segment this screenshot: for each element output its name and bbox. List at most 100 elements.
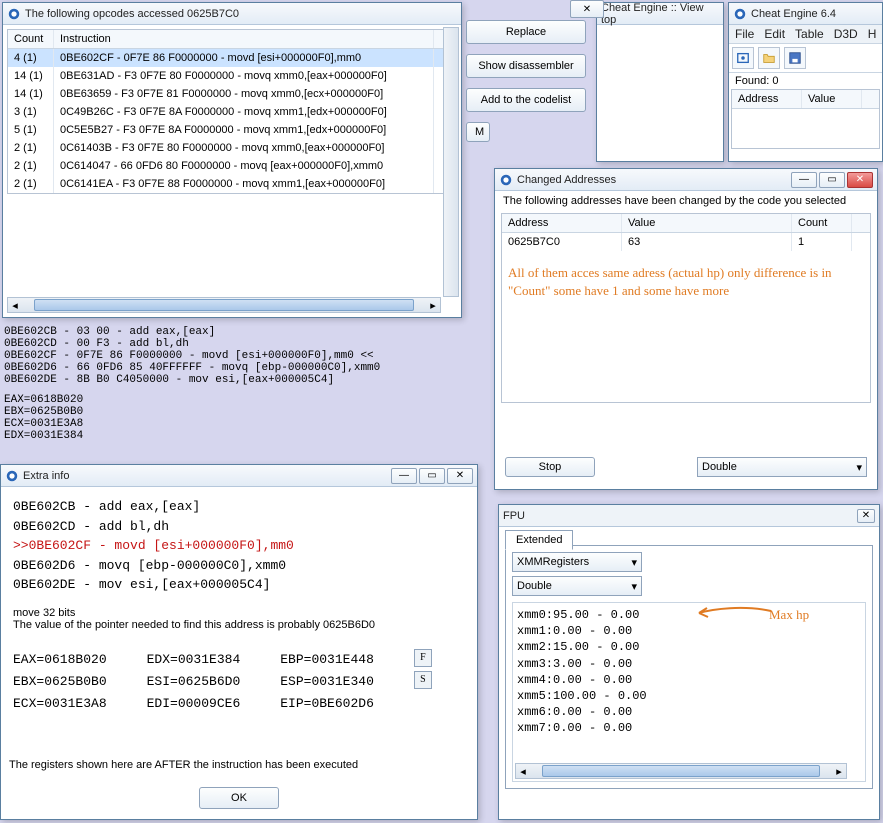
changed-col-addr[interactable]: Address [502, 214, 622, 232]
folder-icon[interactable] [758, 47, 780, 69]
opcodes-row[interactable]: 3 (1)0C49B26C - F3 0F7E 8A F0000000 - mo… [8, 103, 456, 121]
maximize-button[interactable]: ▭ [419, 468, 445, 484]
reg-cell: EIP=0BE602D6 [280, 693, 374, 715]
reg-line: EAX=0618B020 [4, 394, 460, 406]
opcodes-row[interactable]: 4 (1)0BE602CF - 0F7E 86 F0000000 - movd … [8, 49, 456, 67]
opcodes-row[interactable]: 14 (1)0BE63659 - F3 0F7E 81 F0000000 - m… [8, 85, 456, 103]
row-count: 14 (1) [8, 67, 54, 85]
show-disassembler-button[interactable]: Show disassembler [466, 54, 586, 78]
reg-cell: EBX=0625B0B0 [13, 671, 107, 693]
scroll-thumb[interactable] [34, 299, 414, 311]
ce-iconbar [729, 44, 882, 73]
changed-header: Address Value Count [502, 214, 870, 233]
opcodes-row[interactable]: 2 (1)0C6141EA - F3 0F7E 88 F0000000 - mo… [8, 175, 456, 193]
ce-col-value[interactable]: Value [802, 90, 862, 108]
more-button[interactable]: M [466, 122, 490, 142]
close-button[interactable]: ✕ [857, 509, 875, 523]
opcodes-table[interactable]: Count Instruction 4 (1)0BE602CF - 0F7E 8… [7, 29, 457, 194]
cell-addr: 0625B7C0 [502, 233, 622, 251]
fpu-reg-line: xmm4:0.00 - 0.00 [517, 672, 861, 688]
changed-col-count[interactable]: Count [792, 214, 852, 232]
s-button[interactable]: S [414, 671, 432, 689]
fpu-fmt-select[interactable]: Double ▾ [512, 576, 642, 596]
extra-code-line: >>0BE602CF - movd [esi+000000F0],mm0 [13, 536, 465, 556]
maximize-button[interactable]: ▭ [819, 172, 845, 188]
save-icon[interactable] [784, 47, 806, 69]
changed-col-val[interactable]: Value [622, 214, 792, 232]
extra-titlebar: Extra info — ▭ ✕ [1, 465, 477, 487]
scroll-right-icon[interactable]: ▸ [426, 299, 440, 312]
fpu-hscroll[interactable]: ◂ ▸ [515, 763, 847, 779]
fpu-panel: FPU ✕ Extended XMMRegisters ▾ Double ▾ x… [498, 504, 880, 820]
scroll-left-icon[interactable]: ◂ [516, 765, 530, 778]
opcodes-row[interactable]: 5 (1)0C5E5B27 - F3 0F7E 8A F0000000 - mo… [8, 121, 456, 139]
row-instr: 0BE631AD - F3 0F7E 80 F0000000 - movq xm… [54, 67, 434, 85]
fpu-reg-line: xmm7:0.00 - 0.00 [517, 720, 861, 736]
changed-title: Changed Addresses [517, 174, 791, 186]
changed-row[interactable]: 0625B7C0631 [502, 233, 870, 251]
minimize-button[interactable]: — [391, 468, 417, 484]
extra-regs: EAX=0618B020EBX=0625B0B0ECX=0031E3A8EDX=… [13, 649, 374, 715]
fpu-regset-select[interactable]: XMMRegisters ▾ [512, 552, 642, 572]
menu-h[interactable]: H [868, 27, 877, 41]
reg-cell: EDX=0031E384 [147, 649, 241, 671]
opcodes-row[interactable]: 2 (1)0C614047 - 66 0FD6 80 F0000000 - mo… [8, 157, 456, 175]
menu-edit[interactable]: Edit [764, 27, 785, 41]
row-count: 14 (1) [8, 85, 54, 103]
replace-button[interactable]: Replace [466, 20, 586, 44]
opcodes-hscroll[interactable]: ◂ ▸ [7, 297, 441, 313]
ce-menubar: File Edit Table D3D H [729, 25, 882, 44]
ce-icon [499, 173, 513, 187]
scroll-right-icon[interactable]: ▸ [832, 765, 846, 778]
open-process-icon[interactable] [732, 47, 754, 69]
fpu-titlebar: FPU ✕ [499, 505, 879, 527]
opcodes-row[interactable]: 14 (1)0BE631AD - F3 0F7E 80 F0000000 - m… [8, 67, 456, 85]
extra-code-line: 0BE602DE - mov esi,[eax+000005C4] [13, 575, 465, 595]
ce-titlebar: Cheat Engine 6.4 [729, 3, 882, 25]
opcodes-col-count[interactable]: Count [8, 30, 54, 48]
row-count: 4 (1) [8, 49, 54, 67]
disasm-lines: 0BE602CB - 03 00 - add eax,[eax]0BE602CD… [4, 326, 460, 386]
viewtop-title: Cheat Engine :: View top [601, 2, 719, 26]
row-instr: 0BE602CF - 0F7E 86 F0000000 - movd [esi+… [54, 49, 434, 67]
row-instr: 0C61403B - F3 0F7E 80 F0000000 - movq xm… [54, 139, 434, 157]
reg-cell: EAX=0618B020 [13, 649, 107, 671]
f-button[interactable]: F [414, 649, 432, 667]
changed-footer: Stop Double ▾ [505, 457, 867, 477]
changed-rows: 0625B7C0631 [502, 233, 870, 251]
fpu-label: FPU [503, 510, 857, 522]
opcodes-rows: 4 (1)0BE602CF - 0F7E 86 F0000000 - movd … [8, 49, 456, 193]
close-button[interactable]: ✕ [447, 468, 473, 484]
chevron-down-icon: ▾ [856, 461, 862, 474]
close-button[interactable]: ✕ [570, 0, 604, 18]
ce-results-table[interactable]: Address Value [731, 89, 880, 149]
chevron-down-icon: ▾ [631, 556, 637, 569]
reg-line: ECX=0031E3A8 [4, 418, 460, 430]
scroll-thumb[interactable] [542, 765, 820, 777]
add-codelist-button[interactable]: Add to the codelist [466, 88, 586, 112]
menu-d3d[interactable]: D3D [834, 27, 858, 41]
opcodes-row[interactable]: 2 (1)0C61403B - F3 0F7E 80 F0000000 - mo… [8, 139, 456, 157]
fpu-reg-line: xmm0:95.00 - 0.00 [517, 607, 861, 623]
menu-file[interactable]: File [735, 27, 754, 41]
ce-table-header: Address Value [732, 90, 879, 109]
close-button[interactable]: ✕ [847, 172, 873, 188]
stop-button[interactable]: Stop [505, 457, 595, 477]
extra-code: 0BE602CB - add eax,[eax] 0BE602CD - add … [13, 497, 465, 595]
menu-table[interactable]: Table [795, 27, 824, 41]
minimize-button[interactable]: — [791, 172, 817, 188]
fpu-body: Extended XMMRegisters ▾ Double ▾ xmm0:95… [499, 527, 879, 795]
scroll-left-icon[interactable]: ◂ [8, 299, 22, 312]
opcodes-col-instr[interactable]: Instruction [54, 30, 434, 48]
changed-table[interactable]: Address Value Count 0625B7C0631 All of t… [501, 213, 871, 403]
found-row: Found: 0 [729, 73, 882, 89]
fpu-reg-line: xmm1:0.00 - 0.00 [517, 623, 861, 639]
fpu-inner: XMMRegisters ▾ Double ▾ xmm0:95.00 - 0.0… [505, 545, 873, 789]
changed-type-select[interactable]: Double ▾ [697, 457, 867, 477]
opcodes-titlebar: The following opcodes accessed 0625B7C0 [3, 3, 461, 25]
browser-tab-window: Cheat Engine :: View top [596, 2, 724, 162]
ok-button[interactable]: OK [199, 787, 279, 809]
fpu-tab-extended[interactable]: Extended [505, 530, 573, 550]
ce-col-address[interactable]: Address [732, 90, 802, 108]
opcodes-vscroll[interactable] [443, 27, 459, 297]
